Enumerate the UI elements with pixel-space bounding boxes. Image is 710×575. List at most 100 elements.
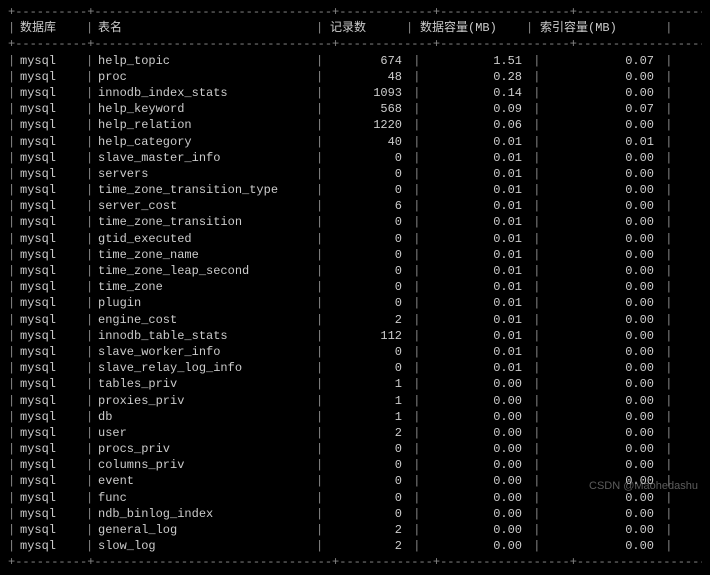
cell-index-mb: 0.00 (538, 247, 658, 263)
pipe-char: | (86, 441, 98, 457)
cell-data-mb: 0.01 (418, 360, 526, 376)
table-row: | mysql| help_keyword| 568 | 0.09 | 0.07… (8, 101, 702, 117)
pipe-char: | (658, 312, 670, 328)
pipe-char: | (406, 263, 418, 279)
pipe-char: | (316, 312, 328, 328)
pipe-char: | (658, 506, 670, 522)
cell-index-mb: 0.01 (538, 134, 658, 150)
cell-records: 2 (328, 312, 406, 328)
cell-index-mb: 0.07 (538, 53, 658, 69)
cell-table: time_zone (98, 279, 316, 295)
pipe-char: | (526, 101, 538, 117)
cell-records: 1220 (328, 117, 406, 133)
cell-db: mysql (20, 134, 86, 150)
cell-index-mb: 0.00 (538, 214, 658, 230)
pipe-char: | (86, 101, 98, 117)
cell-table: columns_priv (98, 457, 316, 473)
pipe-char: | (316, 490, 328, 506)
pipe-char: | (316, 247, 328, 263)
pipe-char: | (406, 457, 418, 473)
pipe-char: | (406, 328, 418, 344)
cell-records: 0 (328, 490, 406, 506)
cell-table: help_category (98, 134, 316, 150)
cell-db: mysql (20, 198, 86, 214)
pipe-char: | (526, 506, 538, 522)
cell-records: 0 (328, 441, 406, 457)
cell-data-mb: 1.51 (418, 53, 526, 69)
cell-db: mysql (20, 457, 86, 473)
cell-db: mysql (20, 263, 86, 279)
pipe-char: | (316, 506, 328, 522)
pipe-char: | (316, 393, 328, 409)
cell-index-mb: 0.00 (538, 312, 658, 328)
pipe-char: | (526, 538, 538, 554)
pipe-char: | (8, 312, 20, 328)
pipe-char: | (316, 117, 328, 133)
table-row: | mysql| engine_cost| 2 | 0.01 | 0.00 | (8, 312, 702, 328)
cell-data-mb: 0.14 (418, 85, 526, 101)
cell-table: slow_log (98, 538, 316, 554)
cell-table: help_topic (98, 53, 316, 69)
pipe-char: | (526, 117, 538, 133)
cell-records: 0 (328, 166, 406, 182)
pipe-char: | (406, 198, 418, 214)
pipe-char: | (526, 263, 538, 279)
cell-index-mb: 0.00 (538, 295, 658, 311)
pipe-char: | (658, 279, 670, 295)
pipe-char: | (658, 441, 670, 457)
cell-db: mysql (20, 182, 86, 198)
pipe-char: | (316, 101, 328, 117)
pipe-char: | (8, 441, 20, 457)
pipe-char: | (406, 85, 418, 101)
pipe-char: | (8, 166, 20, 182)
cell-table: procs_priv (98, 441, 316, 457)
pipe-char: | (8, 150, 20, 166)
pipe-char: | (406, 247, 418, 263)
pipe-char: | (526, 344, 538, 360)
cell-db: mysql (20, 312, 86, 328)
cell-table: help_keyword (98, 101, 316, 117)
cell-index-mb: 0.00 (538, 231, 658, 247)
cell-table: tables_priv (98, 376, 316, 392)
pipe-char: | (86, 312, 98, 328)
cell-table: servers (98, 166, 316, 182)
pipe-char: | (406, 150, 418, 166)
pipe-char: | (658, 295, 670, 311)
pipe-char: | (8, 328, 20, 344)
pipe-char: | (526, 53, 538, 69)
pipe-char: | (658, 214, 670, 230)
pipe-char: | (406, 69, 418, 85)
cell-index-mb: 0.00 (538, 425, 658, 441)
cell-records: 1 (328, 393, 406, 409)
cell-records: 2 (328, 425, 406, 441)
table-row: | mysql| time_zone| 0 | 0.01 | 0.00 | (8, 279, 702, 295)
cell-data-mb: 0.00 (418, 393, 526, 409)
pipe-char: | (316, 376, 328, 392)
pipe-char: | (526, 425, 538, 441)
table-row: | mysql| procs_priv| 0 | 0.00 | 0.00 | (8, 441, 702, 457)
cell-records: 0 (328, 247, 406, 263)
pipe-char: | (8, 134, 20, 150)
pipe-char: | (406, 522, 418, 538)
table-row: | mysql| help_topic| 674 | 1.51 | 0.07 | (8, 53, 702, 69)
pipe-char: | (316, 20, 328, 36)
cell-records: 0 (328, 231, 406, 247)
pipe-char: | (406, 538, 418, 554)
pipe-char: | (86, 506, 98, 522)
pipe-char: | (86, 69, 98, 85)
cell-records: 568 (328, 101, 406, 117)
pipe-char: | (86, 85, 98, 101)
cell-table: innodb_index_stats (98, 85, 316, 101)
pipe-char: | (658, 247, 670, 263)
cell-index-mb: 0.00 (538, 360, 658, 376)
cell-table: func (98, 490, 316, 506)
pipe-char: | (658, 328, 670, 344)
pipe-char: | (8, 85, 20, 101)
pipe-char: | (526, 198, 538, 214)
cell-db: mysql (20, 53, 86, 69)
cell-table: time_zone_name (98, 247, 316, 263)
pipe-char: | (86, 376, 98, 392)
pipe-char: | (406, 134, 418, 150)
pipe-char: | (86, 53, 98, 69)
pipe-char: | (658, 344, 670, 360)
